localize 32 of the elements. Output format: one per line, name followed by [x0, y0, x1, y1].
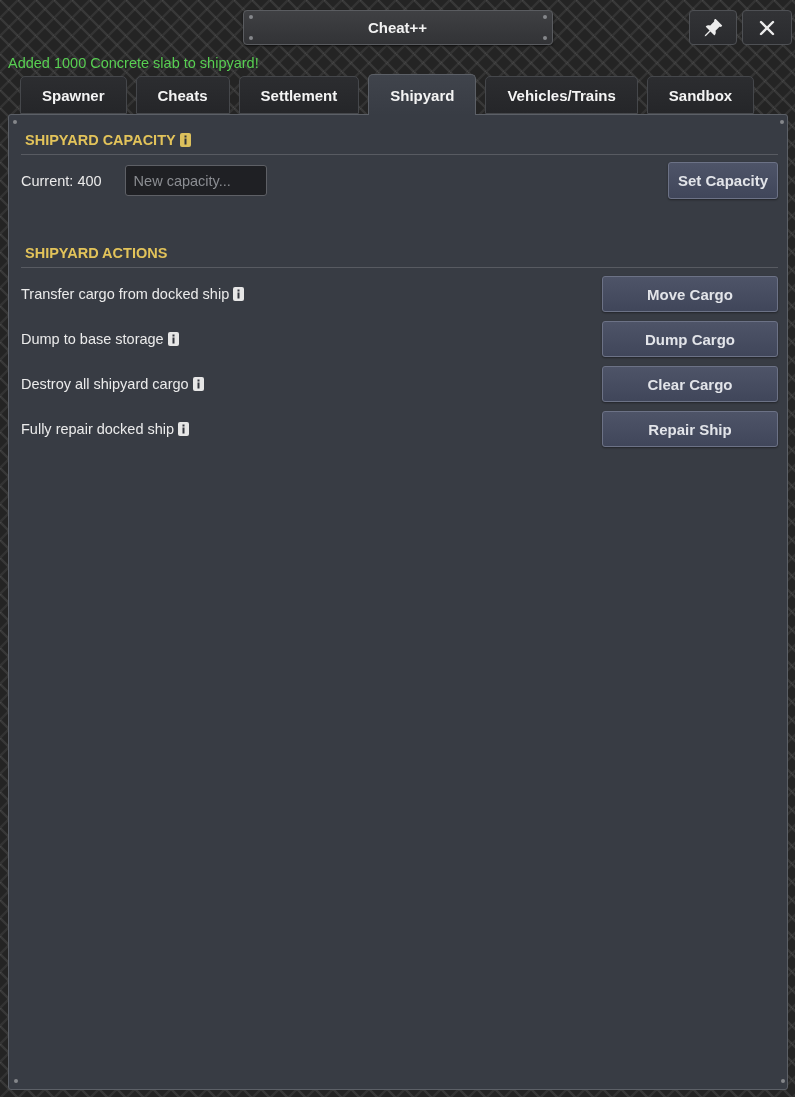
action-label: Transfer cargo from docked ship: [21, 285, 230, 303]
tab[interactable]: Spawner: [20, 76, 127, 114]
capacity-input-field[interactable]: New capacity...: [124, 165, 267, 196]
close-button[interactable]: [742, 10, 792, 45]
tab[interactable]: Settlement: [238, 76, 360, 114]
rivet-icon: [248, 36, 253, 40]
action-button[interactable]: Clear Cargo: [602, 366, 778, 402]
action-button[interactable]: Move Cargo: [602, 276, 778, 312]
rivet-icon: [780, 120, 784, 124]
tab[interactable]: Vehicles/Trains: [485, 76, 638, 114]
action-label: Fully repair docked ship: [21, 420, 175, 438]
window-title: Cheat++: [367, 19, 428, 36]
tab[interactable]: Shipyard: [368, 74, 477, 115]
rivet-icon: [13, 120, 17, 124]
rivet-icon: [14, 1079, 18, 1083]
action-button[interactable]: Repair Ship: [602, 411, 778, 447]
current-capacity-text: Current: 400: [21, 171, 102, 190]
rivet-icon: [248, 15, 253, 19]
action-label: Dump to base storage: [21, 330, 164, 348]
pin-icon: [703, 17, 723, 38]
tab[interactable]: Sandbox: [646, 76, 755, 114]
rivet-icon: [781, 1079, 785, 1083]
action-button[interactable]: Dump Cargo: [602, 321, 778, 357]
pin-button[interactable]: [689, 10, 737, 45]
action-label: Destroy all shipyard cargo: [21, 375, 189, 393]
section-heading: SHIPYARD CAPACITY: [25, 131, 176, 150]
rivet-icon: [542, 36, 547, 40]
set-capacity-button[interactable]: Set Capacity: [668, 162, 778, 199]
status-message: Added 1000 Concrete slab to shipyard!: [8, 54, 259, 72]
section-heading: SHIPYARD ACTIONS: [25, 244, 168, 263]
rivet-icon: [542, 15, 547, 19]
tab[interactable]: Cheats: [135, 76, 230, 114]
